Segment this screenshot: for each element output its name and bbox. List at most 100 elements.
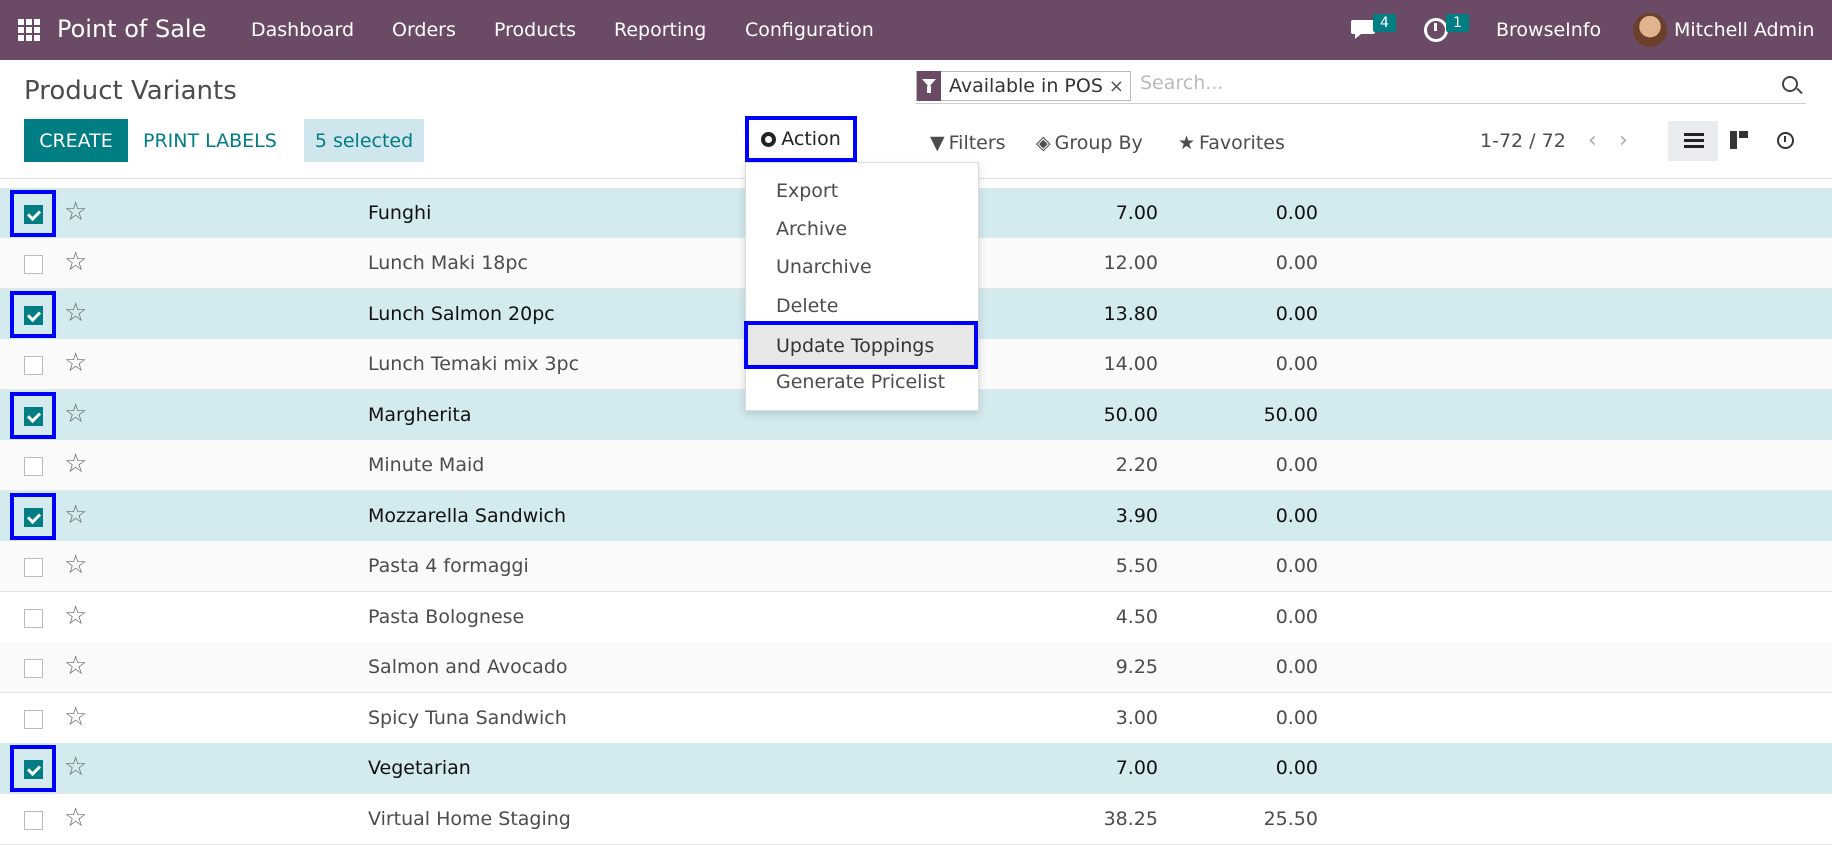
menu-item-export[interactable]: Export xyxy=(776,180,838,202)
avatar[interactable] xyxy=(1633,13,1667,47)
product-name: Margherita xyxy=(368,404,472,426)
favorites-button[interactable]: ★ Favorites xyxy=(1178,132,1285,154)
product-name: Spicy Tuna Sandwich xyxy=(368,707,567,729)
action-button[interactable]: Action xyxy=(745,116,857,162)
filters-button[interactable]: ▼ Filters xyxy=(930,132,1006,154)
action-label: Action xyxy=(781,128,841,150)
table-row[interactable]: ☆ Mozzarella Sandwich 3.90 0.00 xyxy=(0,491,1832,542)
product-name: Virtual Home Staging xyxy=(368,808,571,830)
star-icon[interactable]: ☆ xyxy=(64,449,87,479)
table-row[interactable]: ☆ Vegetarian 7.00 0.00 xyxy=(0,743,1832,794)
favorites-label: Favorites xyxy=(1199,132,1285,154)
product-name: Lunch Maki 18pc xyxy=(368,252,528,274)
group-by-button[interactable]: ◈ Group By xyxy=(1036,132,1143,154)
menu-item-update-toppings[interactable]: Update Toppings xyxy=(744,321,978,369)
row-checkbox[interactable] xyxy=(24,508,43,527)
product-name: Pasta 4 formaggi xyxy=(368,555,529,577)
row-checkbox[interactable] xyxy=(24,205,43,224)
row-checkbox[interactable] xyxy=(24,306,43,325)
table-row[interactable]: ☆ Pasta 4 formaggi 5.50 0.00 xyxy=(0,541,1832,592)
pager-value[interactable]: 1-72 / 72 xyxy=(1480,130,1566,152)
cost: 0.00 xyxy=(1275,757,1318,779)
company-switcher[interactable]: BrowseInfo xyxy=(1496,19,1601,41)
row-checkbox[interactable] xyxy=(24,659,43,678)
search-input[interactable] xyxy=(1140,72,1740,94)
star-icon[interactable]: ☆ xyxy=(64,550,87,580)
search-icon[interactable] xyxy=(1782,76,1798,92)
filter-icon xyxy=(917,71,941,101)
star-icon[interactable]: ☆ xyxy=(64,752,87,782)
star-icon[interactable]: ☆ xyxy=(64,197,87,227)
cost: 0.00 xyxy=(1275,303,1318,325)
menu-configuration[interactable]: Configuration xyxy=(745,19,874,41)
star-icon[interactable]: ☆ xyxy=(64,348,87,378)
menu-item-delete[interactable]: Delete xyxy=(776,295,838,317)
facet-remove-icon[interactable]: × xyxy=(1109,76,1130,97)
sales-price: 38.25 xyxy=(1103,808,1158,830)
print-labels-button[interactable]: PRINT LABELS xyxy=(143,130,277,152)
cost: 0.00 xyxy=(1275,252,1318,274)
star-icon[interactable]: ☆ xyxy=(64,803,87,833)
pager-previous-icon[interactable]: ‹ xyxy=(1588,128,1597,153)
menu-item-unarchive[interactable]: Unarchive xyxy=(776,256,872,278)
menu-item-label: Update Toppings xyxy=(776,335,935,357)
row-checkbox[interactable] xyxy=(24,760,43,779)
menu-item-archive[interactable]: Archive xyxy=(776,218,847,240)
product-name: Pasta Bolognese xyxy=(368,606,525,628)
sales-price: 50.00 xyxy=(1103,404,1158,426)
cost: 0.00 xyxy=(1275,353,1318,375)
cost: 50.00 xyxy=(1263,404,1318,426)
sales-price: 7.00 xyxy=(1115,757,1158,779)
menu-dashboard[interactable]: Dashboard xyxy=(251,19,354,41)
product-name: Lunch Salmon 20pc xyxy=(368,303,555,325)
user-menu[interactable]: Mitchell Admin xyxy=(1674,19,1814,41)
row-checkbox[interactable] xyxy=(24,558,43,577)
menu-item-generate-pricelist[interactable]: Generate Pricelist xyxy=(776,371,945,393)
search-bar: Available in POS × xyxy=(916,70,1806,104)
list-view-icon[interactable] xyxy=(1668,121,1718,161)
menu-products[interactable]: Products xyxy=(494,19,576,41)
search-facet: Available in POS × xyxy=(916,71,1131,101)
messages-badge: 4 xyxy=(1373,14,1396,32)
table-row[interactable]: ☆ Pasta Bolognese 4.50 0.00 xyxy=(0,592,1832,643)
product-name: Salmon and Avocado xyxy=(368,656,568,678)
row-checkbox[interactable] xyxy=(24,407,43,426)
clock-icon[interactable] xyxy=(1424,18,1448,42)
table-row[interactable]: ☆ Virtual Home Staging 38.25 25.50 xyxy=(0,794,1832,845)
sales-price: 9.25 xyxy=(1115,656,1158,678)
table-row[interactable]: ☆ Spicy Tuna Sandwich 3.00 0.00 xyxy=(0,693,1832,744)
apps-grid-icon[interactable] xyxy=(18,19,40,41)
star-icon[interactable]: ☆ xyxy=(64,399,87,429)
row-checkbox[interactable] xyxy=(24,457,43,476)
row-checkbox[interactable] xyxy=(24,609,43,628)
star-icon[interactable]: ☆ xyxy=(64,702,87,732)
kanban-view-icon[interactable] xyxy=(1730,131,1748,149)
table-row[interactable]: ☆ Salmon and Avocado 9.25 0.00 xyxy=(0,642,1832,693)
sales-price: 12.00 xyxy=(1103,252,1158,274)
activities-badge: 1 xyxy=(1446,14,1469,32)
star-icon[interactable]: ☆ xyxy=(64,298,87,328)
sales-price: 4.50 xyxy=(1115,606,1158,628)
cost: 0.00 xyxy=(1275,606,1318,628)
pager-next-icon[interactable]: › xyxy=(1619,128,1628,153)
sales-price: 7.00 xyxy=(1115,202,1158,224)
selected-count[interactable]: 5 selected xyxy=(304,119,424,162)
star-icon[interactable]: ☆ xyxy=(64,247,87,277)
product-name: Funghi xyxy=(368,202,432,224)
product-name: Lunch Temaki mix 3pc xyxy=(368,353,580,375)
table-row[interactable]: ☆ Minute Maid 2.20 0.00 xyxy=(0,440,1832,491)
row-checkbox[interactable] xyxy=(24,255,43,274)
action-dropdown-menu: Export Archive Unarchive Delete Update T… xyxy=(744,162,979,411)
filter-icon: ▼ xyxy=(930,132,945,154)
star-icon[interactable]: ☆ xyxy=(64,601,87,631)
star-icon[interactable]: ☆ xyxy=(64,500,87,530)
menu-orders[interactable]: Orders xyxy=(392,19,456,41)
create-button[interactable]: CREATE xyxy=(24,119,128,162)
row-checkbox[interactable] xyxy=(24,356,43,375)
menu-reporting[interactable]: Reporting xyxy=(614,19,706,41)
activity-view-icon[interactable] xyxy=(1777,132,1794,149)
row-checkbox[interactable] xyxy=(24,710,43,729)
row-checkbox[interactable] xyxy=(24,811,43,830)
app-name[interactable]: Point of Sale xyxy=(57,15,206,43)
star-icon[interactable]: ☆ xyxy=(64,651,87,681)
